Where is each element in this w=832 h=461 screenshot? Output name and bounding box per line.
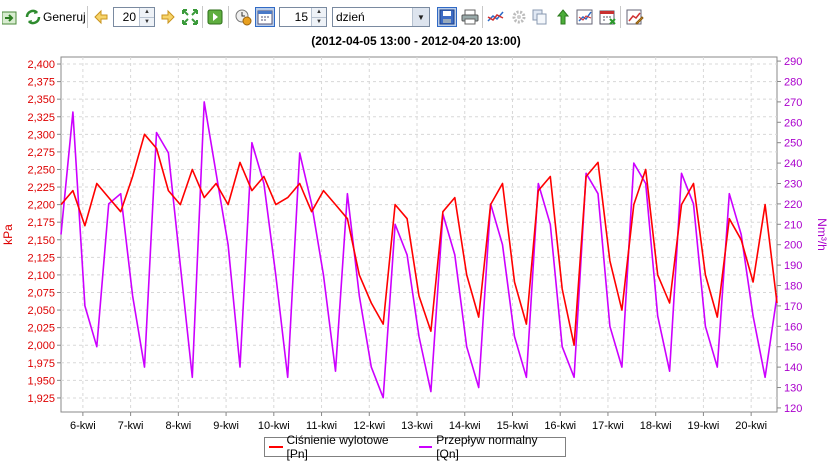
x-tick-label: 15-kwi xyxy=(497,420,529,432)
y-right-tick-label: 260 xyxy=(784,117,802,129)
x-tick-label: 7-kwi xyxy=(118,420,144,432)
x-tick-label: 18-kwi xyxy=(640,420,672,432)
y-right-tick-label: 220 xyxy=(784,199,802,211)
x-tick-label: 14-kwi xyxy=(449,420,481,432)
y-left-tick-label: 2,175 xyxy=(27,217,55,229)
legend-item-pressure: Ciśnienie wylotowe [Pn] xyxy=(269,433,409,461)
y-right-tick-label: 240 xyxy=(784,158,802,170)
y-left-tick-label: 2,200 xyxy=(27,200,55,212)
legend-swatch-pressure xyxy=(269,446,283,448)
x-tick-label: 10-kwi xyxy=(258,420,290,432)
y-left-tick-label: 2,150 xyxy=(27,235,55,247)
y-right-tick-label: 190 xyxy=(784,260,802,272)
y-left-tick-label: 2,375 xyxy=(27,77,55,89)
y-right-tick-label: 200 xyxy=(784,240,802,252)
y-left-tick-label: 2,275 xyxy=(27,147,55,159)
y-left-tick-label: 1,950 xyxy=(27,375,55,387)
x-tick-label: 20-kwi xyxy=(735,420,767,432)
y-left-tick-label: 2,325 xyxy=(27,112,55,124)
chart-svg: 1,925 1,950 1,975 2,000 2,025 2,050 2,075 2,100… xyxy=(1,56,829,432)
x-tick-label: 11-kwi xyxy=(306,420,337,432)
y-right-tick-label: 270 xyxy=(784,97,802,109)
y-right-tick-label: 130 xyxy=(784,383,802,395)
x-tick-label: 19-kwi xyxy=(688,420,720,432)
y-left-tick-label: 2,250 xyxy=(27,164,55,176)
x-tick-label: 6-kwi xyxy=(70,420,96,432)
y-left-tick-label: 2,050 xyxy=(27,305,55,317)
y-left-axis-title: kPa xyxy=(1,224,15,245)
y-left-tick-label: 2,075 xyxy=(27,287,55,299)
y-right-tick-label: 140 xyxy=(784,362,802,374)
y-right-tick-label: 250 xyxy=(784,138,802,150)
y-left-tick-label: 2,225 xyxy=(27,182,55,194)
y-left-tick-label: 1,925 xyxy=(27,393,55,405)
y-right-tick-label: 230 xyxy=(784,178,802,190)
y-left-tick-label: 2,000 xyxy=(27,340,55,352)
x-tick-label: 8-kwi xyxy=(166,420,192,432)
x-tick-label: 12-kwi xyxy=(353,420,385,432)
y-right-tick-label: 290 xyxy=(784,56,802,68)
y-left-tick-label: 2,350 xyxy=(27,94,55,106)
y-right-tick-label: 180 xyxy=(784,281,802,293)
y-right-tick-label: 280 xyxy=(784,76,802,88)
y-left-tick-label: 2,300 xyxy=(27,129,55,141)
x-tick-label: 16-kwi xyxy=(544,420,576,432)
legend-swatch-flow xyxy=(418,446,433,448)
y-right-tick-label: 160 xyxy=(784,321,802,333)
x-tick-label: 17-kwi xyxy=(592,420,624,432)
y-right-tick-label: 170 xyxy=(784,301,802,313)
y-left-tick-label: 1,975 xyxy=(27,358,55,370)
legend-label-pressure: Ciśnienie wylotowe [Pn] xyxy=(286,433,389,461)
x-tick-label: 13-kwi xyxy=(401,420,433,432)
y-left-tick-label: 2,400 xyxy=(27,59,55,71)
y-right-tick-label: 210 xyxy=(784,219,802,231)
y-left-tick-label: 2,025 xyxy=(27,323,55,335)
y-left-tick-label: 2,125 xyxy=(27,252,55,264)
x-tick-label: 9-kwi xyxy=(213,420,239,432)
y-left-tick-label: 2,100 xyxy=(27,270,55,282)
chart-legend: Ciśnienie wylotowe [Pn] Przepływ normaln… xyxy=(264,433,566,461)
y-right-tick-label: 150 xyxy=(784,342,802,354)
y-right-axis-title: Nm³/h xyxy=(815,218,829,251)
legend-label-flow: Przepływ normalny [Qn] xyxy=(436,433,538,461)
y-right-tick-label: 120 xyxy=(784,403,802,415)
legend-item-flow: Przepływ normalny [Qn] xyxy=(418,433,559,461)
